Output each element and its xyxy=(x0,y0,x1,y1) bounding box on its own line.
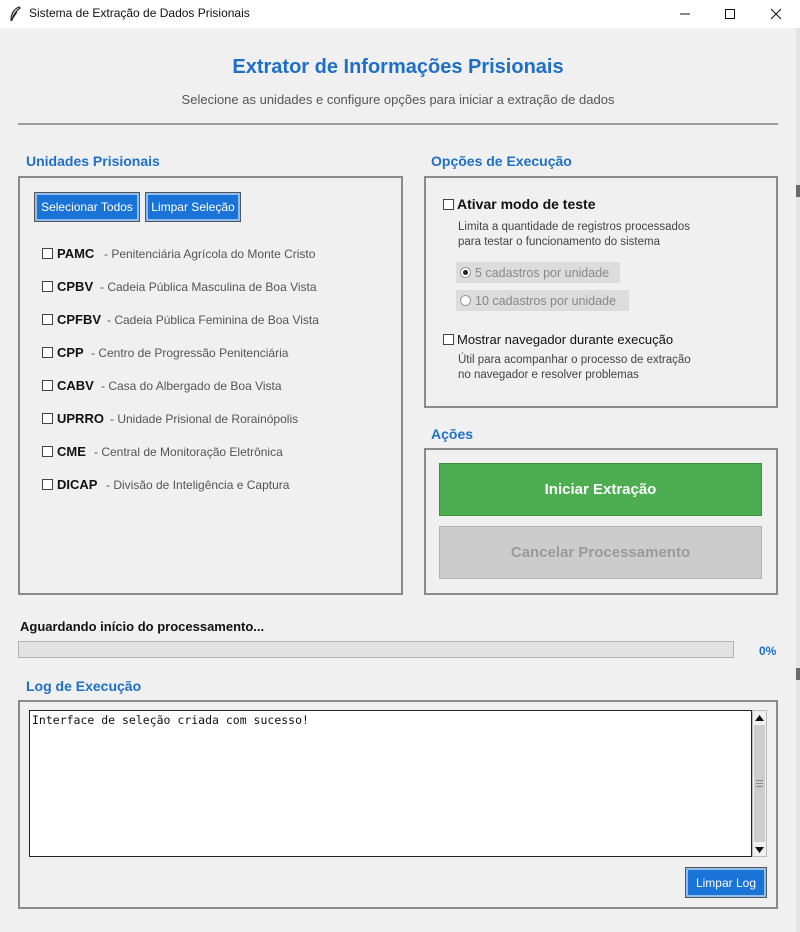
options-section-label: Opções de Execução xyxy=(431,153,572,169)
show-browser-help: no navegador e resolver problemas xyxy=(458,369,639,381)
cancel-processing-button[interactable]: Cancelar Processamento xyxy=(439,526,762,579)
unit-checkbox[interactable] xyxy=(42,446,53,457)
progress-percent: 0% xyxy=(759,644,777,658)
test-mode-checkbox[interactable] xyxy=(443,199,454,210)
scroll-up-button[interactable] xyxy=(753,711,766,724)
test-mode-help: Limita a quantidade de registros process… xyxy=(458,221,691,233)
radio-option-5[interactable]: 5 cadastros por unidade xyxy=(456,262,620,283)
show-browser-checkbox[interactable] xyxy=(443,334,454,345)
unit-checkbox[interactable] xyxy=(42,380,53,391)
unit-description: - Cadeia Pública Masculina de Boa Vista xyxy=(100,280,317,294)
grip-line xyxy=(756,786,763,787)
minimize-button[interactable] xyxy=(662,0,708,28)
arrow-up-icon xyxy=(755,714,764,721)
actions-section-label: Ações xyxy=(431,426,474,442)
scroll-down-button[interactable] xyxy=(753,843,766,856)
unit-checkbox[interactable] xyxy=(42,248,53,259)
unit-description: - Central de Monitoração Eletrônica xyxy=(94,445,283,459)
feather-icon xyxy=(10,6,21,22)
radio-indicator xyxy=(460,267,471,278)
arrow-down-icon xyxy=(755,846,764,853)
unit-description: - Centro de Progressão Penitenciária xyxy=(91,346,289,360)
page-title: Extrator de Informações Prisionais xyxy=(232,56,564,78)
unit-code: CPP xyxy=(57,345,84,360)
unit-code: UPRRO xyxy=(57,411,104,426)
header-divider xyxy=(18,123,778,125)
log-section-label: Log de Execução xyxy=(26,678,142,694)
window-scroll-edge xyxy=(796,28,800,932)
unit-description: - Casa do Albergado de Boa Vista xyxy=(101,379,282,393)
test-mode-label: Ativar modo de teste xyxy=(457,196,596,212)
progress-bar xyxy=(18,641,734,658)
unit-description: - Unidade Prisional de Rorainópolis xyxy=(110,412,299,426)
unit-code: DICAP xyxy=(57,477,98,492)
log-textarea[interactable]: Interface de seleção criada com sucesso! xyxy=(29,710,752,857)
scroll-thumb[interactable] xyxy=(754,725,765,842)
log-scrollbar[interactable] xyxy=(752,710,767,857)
unit-checkbox[interactable] xyxy=(42,314,53,325)
unit-code: CPFBV xyxy=(57,312,102,327)
unit-code: CPBV xyxy=(57,279,94,294)
maximize-button[interactable] xyxy=(707,0,753,28)
unit-code: PAMC xyxy=(57,246,95,261)
maximize-icon xyxy=(725,9,735,19)
minimize-icon xyxy=(680,13,690,15)
unit-checkbox[interactable] xyxy=(42,281,53,292)
page-subtitle: Selecione as unidades e configure opções… xyxy=(181,92,615,107)
grip-line xyxy=(756,783,763,784)
clear-selection-button[interactable]: Limpar Seleção xyxy=(145,192,241,222)
clear-log-button[interactable]: Limpar Log xyxy=(685,867,767,898)
show-browser-help: Útil para acompanhar o processo de extra… xyxy=(458,354,691,366)
grip-line xyxy=(756,780,763,781)
window-titlebar: Sistema de Extração de Dados Prisionais xyxy=(0,0,800,28)
unit-description: - Divisão de Inteligência e Captura xyxy=(106,478,290,492)
unit-code: CME xyxy=(57,444,86,459)
status-text: Aguardando início do processamento... xyxy=(20,619,265,634)
radio-option-10[interactable]: 10 cadastros por unidade xyxy=(456,290,629,311)
units-section-label: Unidades Prisionais xyxy=(26,153,160,169)
test-mode-help: para testar o funcionamento do sistema xyxy=(458,236,661,248)
unit-checkbox[interactable] xyxy=(42,413,53,424)
radio-indicator xyxy=(460,295,471,306)
close-icon xyxy=(770,8,782,20)
radio-label: 10 cadastros por unidade xyxy=(475,293,617,308)
radio-label: 5 cadastros por unidade xyxy=(475,265,610,280)
edge-marker xyxy=(796,668,800,680)
unit-description: - Penitenciária Agrícola do Monte Cristo xyxy=(104,247,316,261)
unit-checkbox[interactable] xyxy=(42,347,53,358)
close-button[interactable] xyxy=(753,0,799,28)
show-browser-label: Mostrar navegador durante execução xyxy=(457,332,674,347)
window-title: Sistema de Extração de Dados Prisionais xyxy=(29,6,250,20)
edge-marker xyxy=(796,185,800,197)
unit-checkbox[interactable] xyxy=(42,479,53,490)
unit-code: CABV xyxy=(57,378,94,393)
unit-description: - Cadeia Pública Feminina de Boa Vista xyxy=(107,313,319,327)
select-all-button[interactable]: Selecionar Todos xyxy=(34,192,140,222)
start-extraction-button[interactable]: Iniciar Extração xyxy=(439,463,762,516)
